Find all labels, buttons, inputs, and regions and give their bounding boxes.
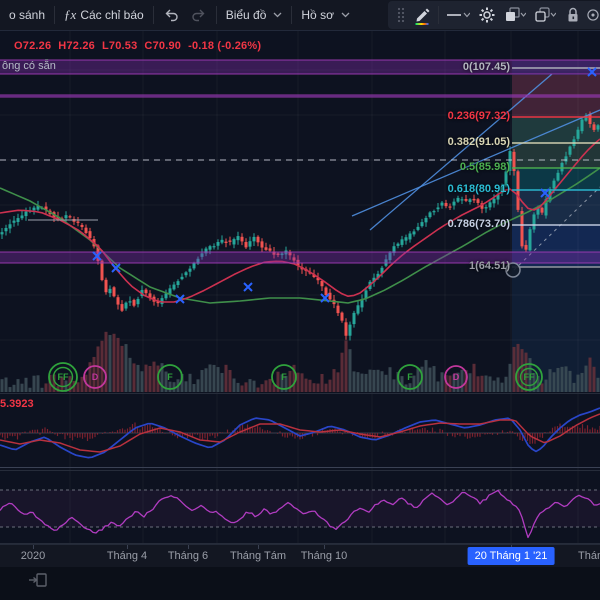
visibility-button[interactable] xyxy=(586,2,600,28)
axis-tick xyxy=(188,545,189,549)
axis-tick xyxy=(33,545,34,549)
axis-tick xyxy=(324,545,325,549)
axis-label: 2020 xyxy=(20,550,46,562)
redo-button[interactable] xyxy=(182,0,216,30)
axis-label-partial: Thán xyxy=(578,550,600,562)
ohlc-open: O72.26 xyxy=(14,40,52,52)
ohlc-readout: O72.26 H72.26 L70.53 C70.90 -0.18 (-0.26… xyxy=(14,40,261,52)
chart-menu-label: Biểu đồ xyxy=(225,8,267,22)
svg-text:FF: FF xyxy=(524,372,535,382)
fib-level-label: 0.382(91.05) xyxy=(447,136,510,148)
svg-text:D: D xyxy=(453,372,460,382)
drawing-toolbar xyxy=(388,1,600,29)
undo-icon xyxy=(165,9,178,22)
indicators-label: Các chỉ báo xyxy=(80,8,144,22)
chart-menu-button[interactable]: Biểu đồ xyxy=(217,0,292,30)
chevron-down-icon xyxy=(273,12,282,18)
compare-button[interactable]: o sánh xyxy=(0,0,54,30)
fib-level-label: 0.236(97.32) xyxy=(447,110,510,122)
scroll-to-icon xyxy=(29,573,47,587)
ohlc-high: H72.26 xyxy=(58,40,95,52)
axis-tick xyxy=(258,545,259,549)
settings-button[interactable] xyxy=(474,2,500,28)
ohlc-close: C70.90 xyxy=(144,40,182,52)
lock-icon xyxy=(568,7,578,22)
axis-footer xyxy=(0,567,600,600)
profile-menu-label: Hồ sơ xyxy=(301,8,334,22)
fib-level-label: 0(107.45) xyxy=(462,61,510,73)
ohlc-change: -0.18 (-0.26%) xyxy=(188,40,262,52)
fx-icon: ƒx xyxy=(64,7,77,22)
top-toolbar: o sánh ƒx Các chỉ báo Biểu đồ Hồ sơ xyxy=(0,0,600,31)
chevron-down-icon xyxy=(341,12,350,18)
fib-level-label: 0.5(85.98) xyxy=(459,161,510,173)
svg-text:FF: FF xyxy=(58,372,69,382)
unavailable-note: ông có sẵn xyxy=(2,60,56,72)
axis-label: Tháng 6 xyxy=(167,550,209,562)
axis-label: Tháng 10 xyxy=(300,550,348,562)
layers-icon xyxy=(506,7,526,21)
fib-level-label: 0.786(73.70) xyxy=(447,218,510,230)
gear-icon xyxy=(479,7,495,23)
fib-level-label: 0.618(80.91) xyxy=(447,183,510,195)
go-to-date-button[interactable] xyxy=(28,571,48,589)
line-style-button[interactable] xyxy=(442,2,474,28)
indicators-button[interactable]: ƒx Các chỉ báo xyxy=(55,0,153,30)
svg-text:F: F xyxy=(167,372,173,382)
profile-menu-button[interactable]: Hồ sơ xyxy=(292,0,359,30)
svg-text:D: D xyxy=(92,372,99,382)
drag-handle[interactable] xyxy=(393,2,409,28)
axis-label: Tháng 4 xyxy=(106,550,148,562)
eye-icon xyxy=(587,9,599,21)
pencil-icon xyxy=(415,8,430,25)
drag-dots-icon xyxy=(397,7,405,23)
copy-layout-button[interactable] xyxy=(530,2,560,28)
chart-canvas[interactable]: FF D F F F D FF xyxy=(0,0,600,600)
ohlc-low: L70.53 xyxy=(101,40,138,52)
draw-tool-button[interactable] xyxy=(409,2,435,28)
copy-icon xyxy=(535,7,556,22)
axis-tick xyxy=(127,545,128,549)
axis-label: Tháng Tám xyxy=(229,550,287,562)
fib-level-label: 1(64.51) xyxy=(469,260,510,272)
svg-text:F: F xyxy=(281,372,287,382)
layout-select-button[interactable] xyxy=(500,2,530,28)
lock-button[interactable] xyxy=(560,2,586,28)
redo-icon xyxy=(192,9,205,22)
svg-text:F: F xyxy=(407,372,413,382)
indicator-value-label: 5.3923 xyxy=(0,398,34,410)
line-tool-icon xyxy=(447,12,470,18)
crosshair-date-badge: 20 Tháng 1 '21 xyxy=(467,547,555,565)
time-axis[interactable]: 2020 Tháng 4 Tháng 6 Tháng Tám Tháng 10 20 Th… xyxy=(0,544,600,567)
toolbar-separator xyxy=(438,6,439,24)
compare-label: o sánh xyxy=(9,8,46,22)
